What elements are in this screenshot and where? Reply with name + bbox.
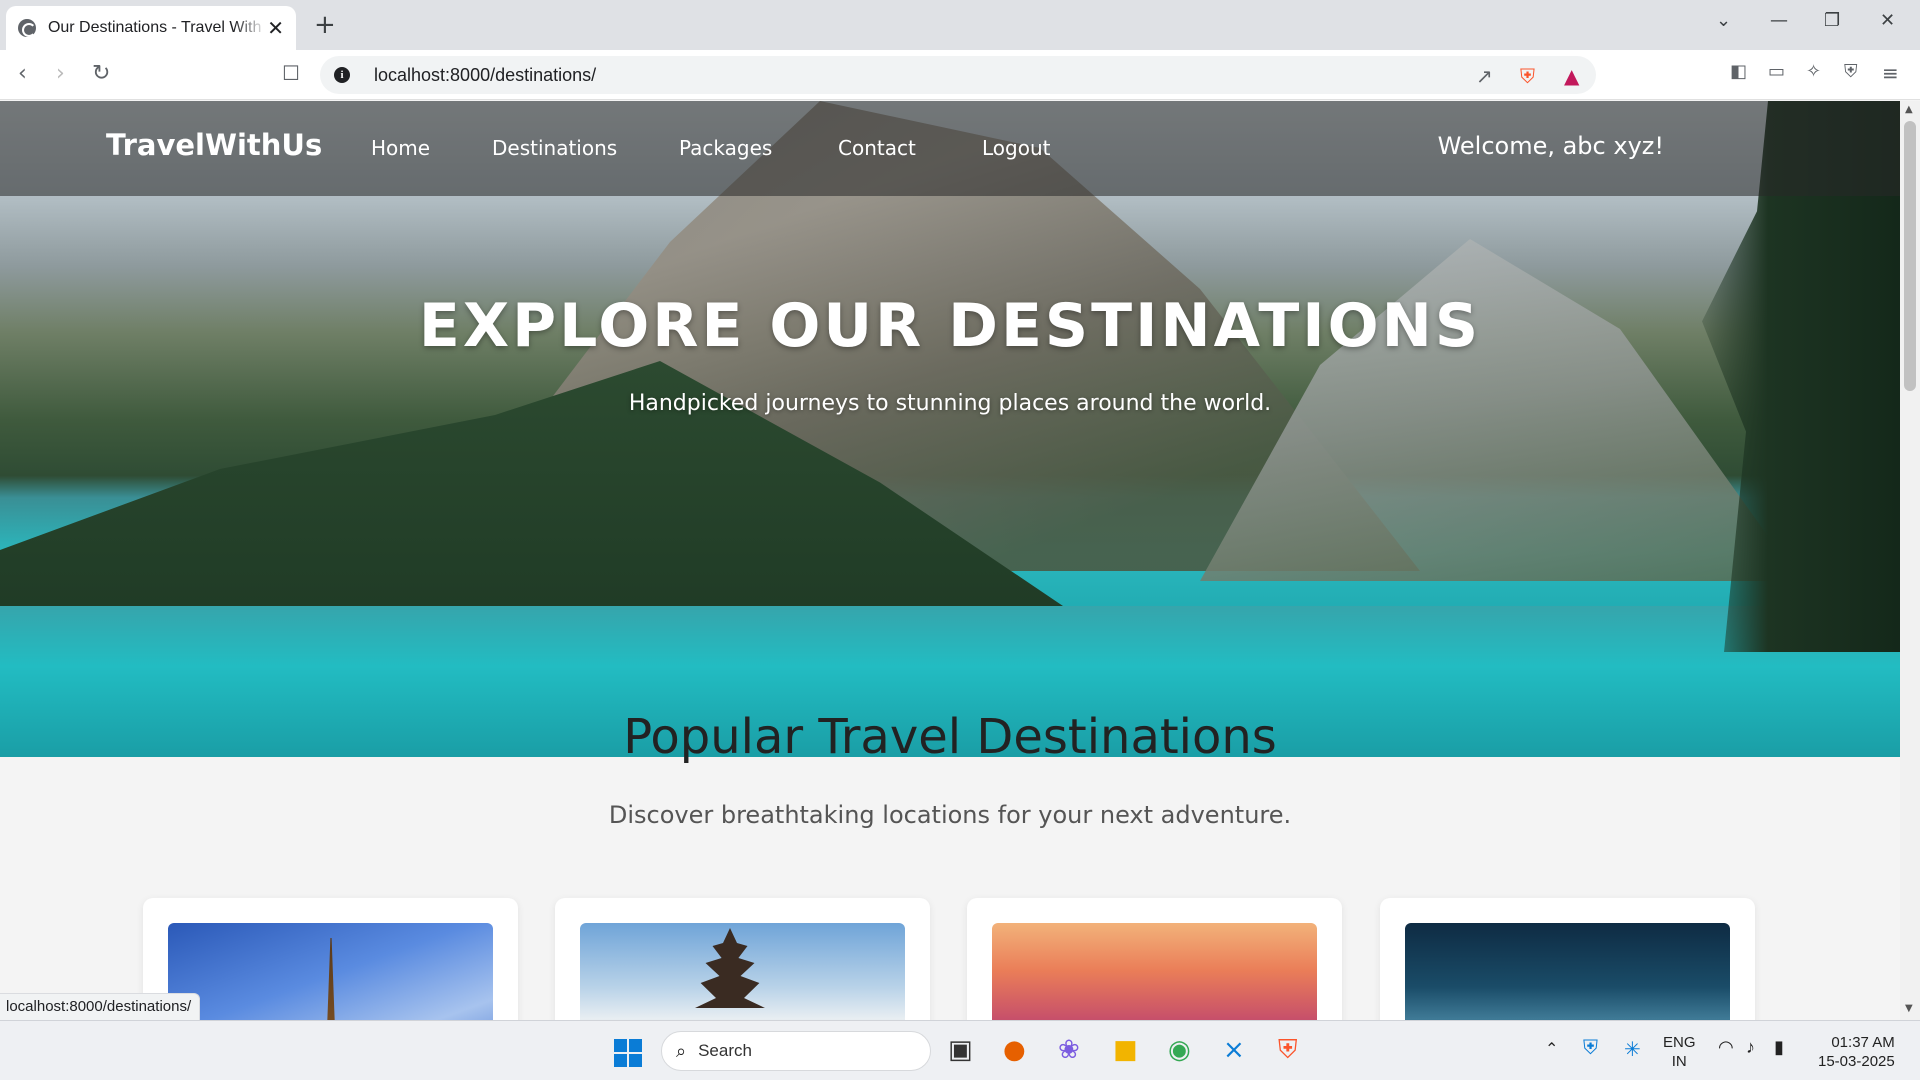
scroll-down-icon[interactable]: ▼ (1905, 1003, 1913, 1014)
tab-search-button[interactable]: ⌄ (1716, 10, 1731, 31)
nav-link-packages[interactable]: Packages (679, 136, 772, 160)
nav-link-destinations[interactable]: Destinations (492, 136, 617, 160)
clock-date: 15-03-2025 (1818, 1053, 1895, 1070)
file-explorer-icon[interactable]: ■ (1113, 1035, 1138, 1065)
brave-rewards-icon[interactable]: ▲ (1564, 64, 1579, 88)
destination-card[interactable] (555, 898, 930, 1020)
status-bar-url: localhost:8000/destinations/ (0, 993, 201, 1020)
section-title: Popular Travel Destinations (623, 709, 1277, 765)
sunset-city-photo (992, 923, 1317, 1020)
welcome-message: Welcome, abc xyz! (1437, 132, 1664, 160)
taskbar-search-label: Search (698, 1041, 752, 1060)
system-clock[interactable]: 01:37 AM 15-03-2025 (1818, 1033, 1895, 1071)
defender-icon[interactable]: ⛨ (1583, 1037, 1598, 1060)
task-view-icon[interactable]: ▣ (948, 1035, 973, 1065)
vscode-icon[interactable]: ⨯ (1223, 1035, 1245, 1065)
page-scrollbar[interactable]: ▲ ▼ (1900, 101, 1920, 1020)
destination-card[interactable] (967, 898, 1342, 1020)
browser-toolbar: ‹ › ↻ ☐ i localhost:8000/destinations/ ↗… (0, 50, 1920, 100)
site-navbar: TravelWithUs Home Destinations Packages … (0, 101, 1900, 196)
brave-shields-icon[interactable]: ⛨ (1520, 64, 1535, 88)
new-tab-button[interactable]: + (314, 10, 336, 40)
bali-temple-photo (580, 923, 905, 1020)
back-icon[interactable]: ‹ (18, 61, 27, 86)
nav-link-home[interactable]: Home (371, 136, 430, 160)
region-code: IN (1671, 1053, 1687, 1070)
windows-start-icon[interactable] (614, 1039, 642, 1067)
url-text: localhost:8000/destinations/ (374, 64, 597, 85)
tokyo-skyline-photo (1405, 923, 1730, 1020)
windows-taskbar: ⌕ Search ▣ ● ❀ ■ ◉ ⨯ ⛨ ⌃ ⛨ ✳ ENG IN ◠ ♪ … (0, 1020, 1920, 1080)
taskbar-search[interactable]: ⌕ Search (661, 1031, 931, 1071)
site-info-icon[interactable]: i (334, 67, 350, 83)
destination-card[interactable] (1380, 898, 1755, 1020)
scroll-up-icon[interactable]: ▲ (1905, 104, 1913, 115)
vpn-icon[interactable]: ⛨ (1844, 61, 1858, 82)
brave-icon[interactable]: ⛨ (1278, 1035, 1298, 1066)
hero-title: EXPLORE OUR DESTINATIONS (418, 291, 1482, 361)
show-hidden-icons-icon[interactable]: ⌃ (1545, 1039, 1558, 1059)
nav-link-contact[interactable]: Contact (838, 136, 916, 160)
hero-banner: TravelWithUs Home Destinations Packages … (0, 101, 1900, 757)
tab-title: Our Destinations - Travel With Us (47, 19, 268, 36)
search-icon: ⌕ (676, 1040, 687, 1061)
reload-icon[interactable]: ↻ (92, 61, 110, 86)
wallet-icon[interactable]: ▭ (1768, 61, 1785, 82)
eiffel-tower-photo (168, 923, 493, 1020)
tab-close-button[interactable]: ✕ (267, 16, 284, 40)
page-viewport: TravelWithUs Home Destinations Packages … (0, 101, 1900, 1020)
browser-tab-active[interactable]: Our Destinations - Travel With Us ✕ (6, 6, 296, 50)
scrollbar-thumb[interactable] (1904, 121, 1916, 391)
copilot-icon[interactable]: ❀ (1058, 1035, 1080, 1065)
chrome-icon[interactable]: ◉ (1168, 1035, 1191, 1065)
sidebar-icon[interactable]: ◧ (1730, 61, 1747, 82)
restore-button[interactable]: ❐ (1824, 10, 1840, 31)
volume-icon[interactable]: ♪ (1746, 1037, 1755, 1058)
forward-icon[interactable]: › (56, 61, 65, 86)
address-bar[interactable]: i localhost:8000/destinations/ ↗ ⛨ ▲ (320, 56, 1596, 94)
leo-ai-icon[interactable]: ✧ (1806, 61, 1821, 82)
browser-tabbar: Our Destinations - Travel With Us ✕ + ⌄ … (0, 0, 1920, 50)
section-subtitle: Discover breathtaking locations for your… (608, 801, 1292, 829)
nav-link-logout[interactable]: Logout (982, 136, 1050, 160)
battery-icon[interactable]: ▮ (1774, 1037, 1784, 1058)
language-indicator[interactable]: ENG IN (1663, 1033, 1696, 1071)
hero-subtitle: Handpicked journeys to stunning places a… (628, 391, 1272, 416)
bluetooth-icon[interactable]: ✳ (1624, 1037, 1641, 1062)
firefox-icon[interactable]: ● (1003, 1035, 1026, 1065)
globe-icon (18, 19, 36, 37)
bookmark-icon[interactable]: ☐ (282, 61, 300, 85)
clock-time: 01:37 AM (1831, 1034, 1895, 1051)
wifi-icon[interactable]: ◠ (1718, 1037, 1734, 1058)
close-window-button[interactable]: ✕ (1880, 10, 1895, 31)
minimize-button[interactable]: — (1770, 10, 1788, 31)
share-icon[interactable]: ↗ (1476, 64, 1493, 88)
menu-icon[interactable]: ≡ (1882, 61, 1899, 85)
language-code: ENG (1663, 1034, 1696, 1051)
site-brand-logo[interactable]: TravelWithUs (106, 128, 322, 162)
